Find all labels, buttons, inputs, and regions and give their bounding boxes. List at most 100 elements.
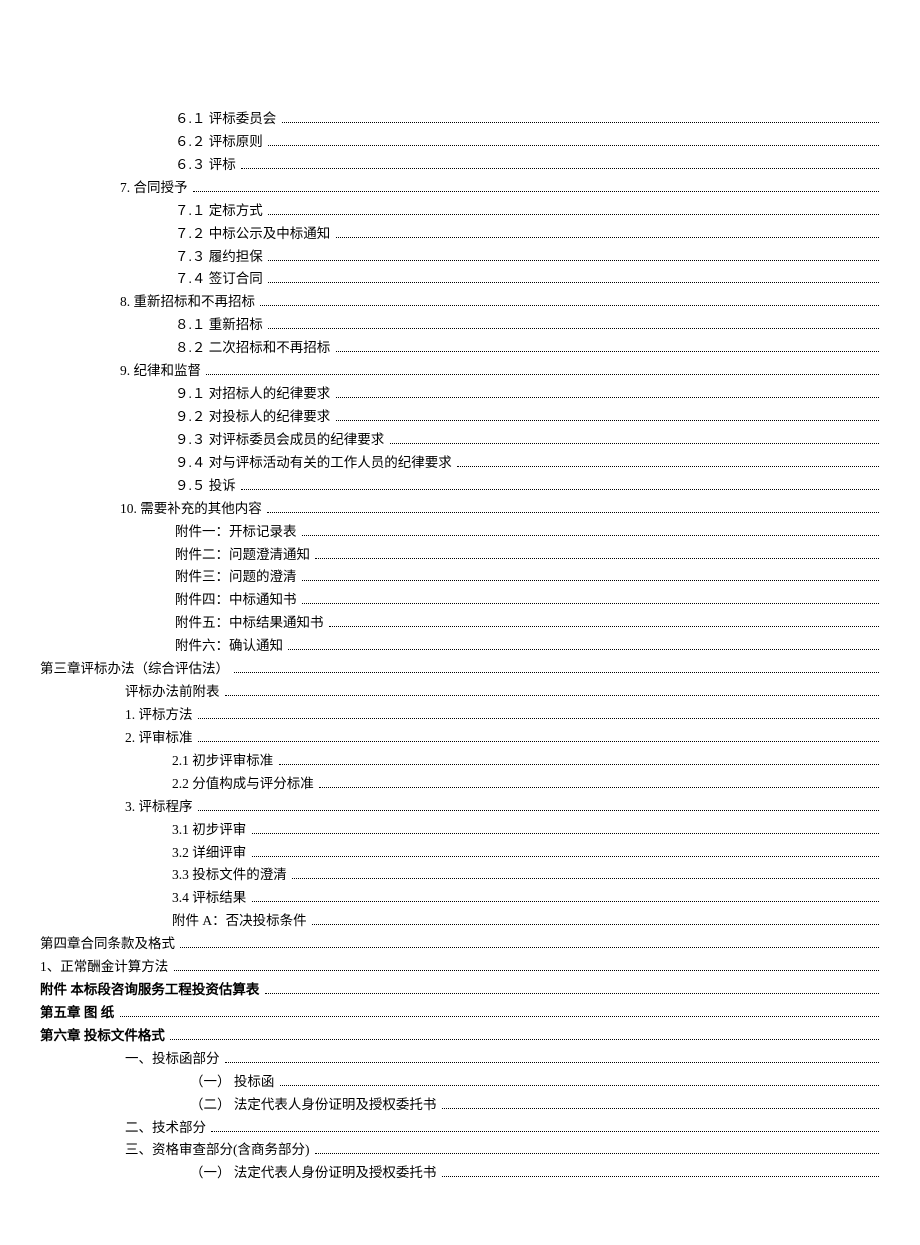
toc-entry: ９.５ 投诉 [40,475,880,498]
toc-entry-label: 3. 评标程序 [125,797,196,818]
toc-entry-label: 3.3 投标文件的澄清 [172,865,290,886]
toc-entry: 附件 A：否决投标条件 [40,910,880,933]
toc-entry: （一） 法定代表人身份证明及授权委托书 [40,1162,880,1185]
toc-entry: 第四章合同条款及格式 [40,933,880,956]
toc-entry-label: 附件一：开标记录表 [175,522,300,543]
toc-leader-dots [120,1016,879,1017]
toc-leader-dots [252,856,879,857]
toc-leader-dots [252,833,879,834]
toc-leader-dots [198,741,879,742]
toc-leader-dots [302,580,879,581]
toc-entry: 7. 合同授予 [40,177,880,200]
toc-leader-dots [193,191,879,192]
toc-leader-dots [442,1108,879,1109]
toc-entry: 3.1 初步评审 [40,819,880,842]
toc-entry: 3.4 评标结果 [40,887,880,910]
toc-entry-label: （一） 投标函 [190,1072,278,1093]
toc-entry-label: 2.1 初步评审标准 [172,751,277,772]
toc-entry: 3. 评标程序 [40,796,880,819]
toc-entry: 10. 需要补充的其他内容 [40,498,880,521]
toc-leader-dots [252,901,879,902]
toc-entry: 2.2 分值构成与评分标准 [40,773,880,796]
toc-entry: 3.2 详细评审 [40,842,880,865]
toc-leader-dots [315,558,879,559]
toc-entry: 9. 纪律和监督 [40,360,880,383]
toc-entry: ６.２ 评标原则 [40,131,880,154]
toc-leader-dots [282,122,879,123]
toc-entry: 8. 重新招标和不再招标 [40,291,880,314]
toc-entry-label: 三、资格审查部分(含商务部分) [125,1140,313,1161]
toc-entry: 第五章 图 纸 [40,1002,880,1025]
toc-entry-label: ７.４ 签订合同 [175,269,266,290]
toc-entry-label: 9. 纪律和监督 [120,361,204,382]
toc-entry: 附件五：中标结果通知书 [40,612,880,635]
toc-leader-dots [170,1039,879,1040]
toc-entry-label: 附件六：确认通知 [175,636,286,657]
toc-entry-label: 二、技术部分 [125,1118,209,1139]
toc-leader-dots [211,1131,879,1132]
toc-entry-label: 1. 评标方法 [125,705,196,726]
toc-entry: ９.２ 对投标人的纪律要求 [40,406,880,429]
toc-leader-dots [329,626,879,627]
toc-entry-label: ８.２ 二次招标和不再招标 [175,338,334,359]
toc-leader-dots [206,374,879,375]
toc-entry: 附件三：问题的澄清 [40,566,880,589]
toc-entry-label: 7. 合同授予 [120,178,191,199]
toc-leader-dots [268,145,879,146]
toc-leader-dots [268,214,879,215]
toc-entry: 附件六：确认通知 [40,635,880,658]
toc-leader-dots [302,535,879,536]
toc-entry-label: 第四章合同条款及格式 [40,934,178,955]
toc-entry: ７.１ 定标方式 [40,200,880,223]
toc-leader-dots [279,764,879,765]
toc-entry-label: ７.１ 定标方式 [175,201,266,222]
toc-leader-dots [265,993,879,994]
toc-entry: 评标办法前附表 [40,681,880,704]
page-container: ６.１ 评标委员会 ６.２ 评标原则 ６.３ 评标 7. 合同授予 ７.１ 定标… [0,0,920,1245]
toc-entry-label: 评标办法前附表 [125,682,223,703]
toc-leader-dots [442,1176,879,1177]
toc-leader-dots [315,1153,879,1154]
toc-entry: ６.１ 评标委员会 [40,108,880,131]
toc-leader-dots [225,1062,879,1063]
toc-entry: ７.４ 签订合同 [40,268,880,291]
toc-entry-label: 3.1 初步评审 [172,820,250,841]
toc-entry: 第三章评标办法（综合评估法） [40,658,880,681]
toc-entry: 3.3 投标文件的澄清 [40,864,880,887]
toc-entry: ８.１ 重新招标 [40,314,880,337]
toc-entry: ９.４ 对与评标活动有关的工作人员的纪律要求 [40,452,880,475]
toc-entry-label: ９.１ 对招标人的纪律要求 [175,384,334,405]
toc-entry: 2. 评审标准 [40,727,880,750]
toc-leader-dots [312,924,879,925]
toc-entry-label: 3.4 评标结果 [172,888,250,909]
toc-entry: ６.３ 评标 [40,154,880,177]
toc-entry-label: ６.１ 评标委员会 [175,109,280,130]
toc-entry: ７.２ 中标公示及中标通知 [40,223,880,246]
toc-entry: 附件一：开标记录表 [40,521,880,544]
toc-entry: 附件四：中标通知书 [40,589,880,612]
toc-entry-label: 2.2 分值构成与评分标准 [172,774,317,795]
toc-entry: 附件二：问题澄清通知 [40,544,880,567]
toc-entry-label: 一、投标函部分 [125,1049,223,1070]
toc-leader-dots [457,466,879,467]
toc-leader-dots [268,282,879,283]
toc-leader-dots [302,603,879,604]
toc-entry: ７.３ 履约担保 [40,246,880,269]
toc-entry-label: ９.４ 对与评标活动有关的工作人员的纪律要求 [175,453,455,474]
toc-entry: 二、技术部分 [40,1117,880,1140]
toc-entry-label: 附件 A：否决投标条件 [172,911,310,932]
toc-leader-dots [260,305,879,306]
toc-entry: 1、正常酬金计算方法 [40,956,880,979]
toc-entry: ９.１ 对招标人的纪律要求 [40,383,880,406]
toc-leader-dots [268,328,879,329]
toc-entry-label: ６.３ 评标 [175,155,239,176]
toc-entry-label: 附件二：问题澄清通知 [175,545,313,566]
toc-leader-dots [319,787,879,788]
toc-leader-dots [336,420,879,421]
toc-leader-dots [292,878,879,879]
toc-leader-dots [390,443,879,444]
toc-leader-dots [241,489,879,490]
toc-entry-label: ９.３ 对评标委员会成员的纪律要求 [175,430,388,451]
toc-entry-label: 第六章 投标文件格式 [40,1026,168,1047]
toc-entry-label: ６.２ 评标原则 [175,132,266,153]
